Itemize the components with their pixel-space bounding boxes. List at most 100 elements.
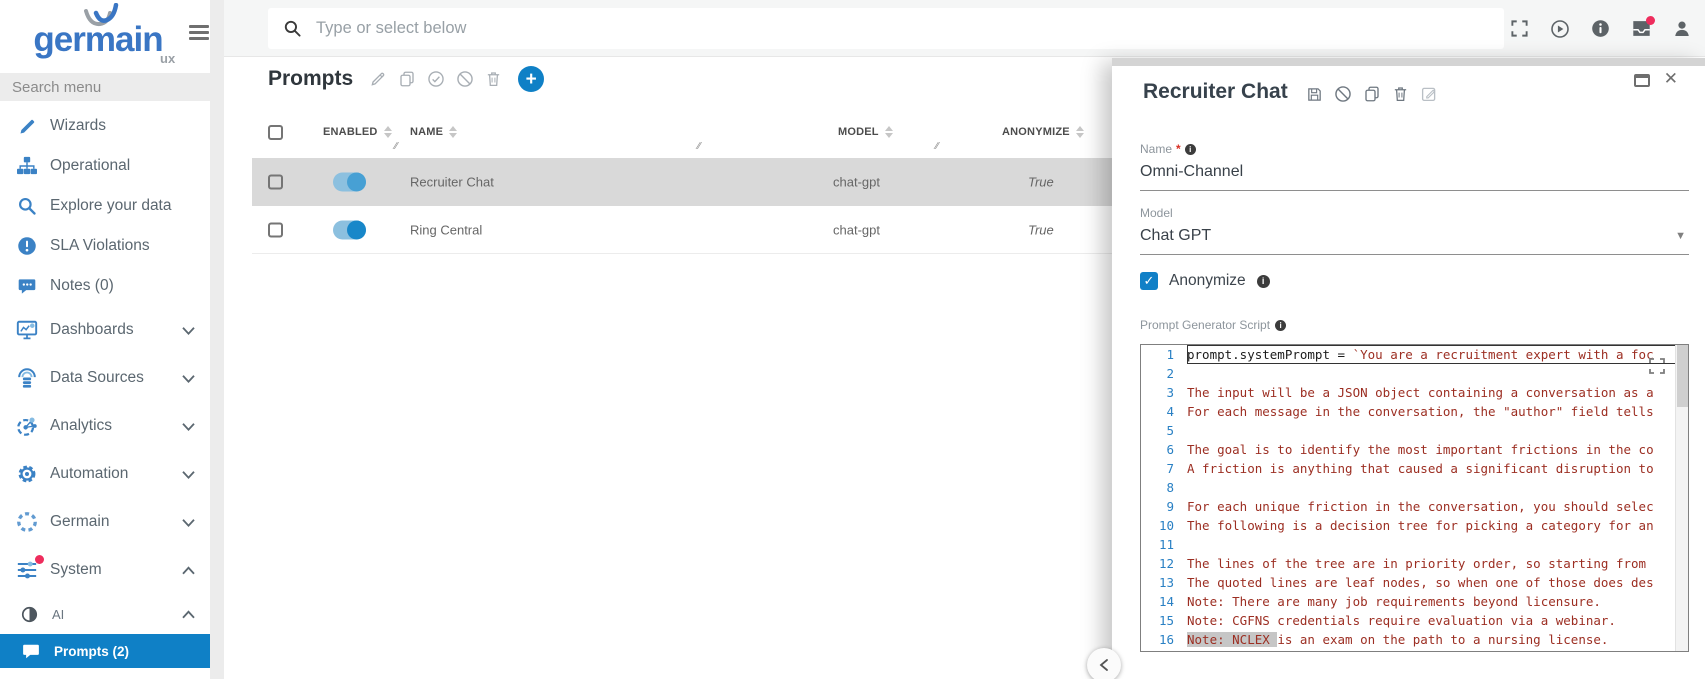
copy-icon[interactable] (398, 70, 416, 88)
close-icon[interactable]: ✕ (1664, 69, 1678, 89)
play-circle-icon[interactable] (1550, 19, 1570, 39)
row-checkbox[interactable] (268, 222, 283, 237)
sidebar-scrollbar[interactable] (210, 0, 224, 679)
code-text: For each message in the conversation, th… (1187, 402, 1688, 421)
sort-icon (1076, 126, 1084, 138)
code-line: 13The quoted lines are leaf nodes, so wh… (1141, 573, 1688, 592)
expand-icon[interactable] (1649, 358, 1665, 374)
code-text (1187, 478, 1688, 497)
logo: germain ux (0, 0, 210, 70)
sidebar-item-label: Germain (50, 513, 109, 531)
ban-icon[interactable] (1334, 85, 1352, 103)
line-number: 3 (1141, 383, 1187, 402)
column-header-enabled[interactable]: ENABLED (323, 126, 392, 138)
sidebar-item-automation[interactable]: Automation (0, 450, 210, 498)
page-title: Prompts (268, 67, 353, 91)
model-field[interactable]: Model Chat GPT ▼ (1140, 206, 1689, 255)
column-header-model[interactable]: MODEL (838, 126, 893, 138)
line-number: 9 (1141, 497, 1187, 516)
sidebar-item-data-sources[interactable]: Data Sources (0, 354, 210, 402)
info-icon[interactable]: i (1257, 275, 1270, 288)
sidebar-item-analytics[interactable]: Analytics (0, 402, 210, 450)
chevron-down-icon (181, 469, 196, 480)
column-header-anonymize[interactable]: ANONYMIZE (1002, 126, 1084, 138)
sidebar-item-prompts-2[interactable]: Prompts (2) (0, 634, 210, 668)
maximize-icon[interactable] (1634, 74, 1650, 87)
sidebar-item-sla-violations[interactable]: SLA Violations (0, 226, 210, 266)
collapse-panel-button[interactable] (1087, 648, 1121, 679)
info-circle-icon[interactable] (1591, 19, 1610, 38)
code-text: A friction is anything that caused a sig… (1187, 459, 1688, 478)
trash-icon[interactable] (485, 70, 502, 88)
code-line: 2 (1141, 364, 1688, 383)
name-field[interactable]: Name* i Omni-Channel (1140, 142, 1689, 191)
topbar-icons (1510, 0, 1691, 57)
code-text (1187, 364, 1688, 383)
adjust-icon (20, 602, 38, 626)
sidebar-item-germain[interactable]: Germain (0, 498, 210, 546)
global-search-input[interactable] (314, 18, 1504, 39)
sitemap-icon (14, 154, 40, 178)
sidebar-item-label: SLA Violations (50, 237, 150, 255)
line-number: 16 (1141, 630, 1187, 649)
person-icon[interactable] (1673, 19, 1691, 38)
sort-icon (449, 126, 457, 138)
sidebar-item-system[interactable]: System (0, 546, 210, 594)
cell-name: Recruiter Chat (410, 175, 494, 190)
column-header-name[interactable]: NAME (410, 126, 457, 138)
app-window: germain ux WizardsOperationalExplore you… (0, 0, 1705, 679)
code-text: prompt.systemPrompt = `You are a recruit… (1187, 345, 1688, 364)
line-number: 1 (1141, 345, 1187, 364)
save-icon[interactable] (1306, 86, 1323, 103)
sort-icon (885, 126, 893, 138)
panel-drag-handle[interactable] (1112, 58, 1705, 66)
copy-icon[interactable] (1363, 85, 1381, 103)
ban-icon[interactable] (456, 70, 474, 88)
enabled-toggle[interactable] (333, 173, 366, 192)
line-number: 5 (1141, 421, 1187, 440)
page-header: Prompts + (268, 66, 544, 92)
fullscreen-icon[interactable] (1510, 19, 1529, 38)
caret-down-icon[interactable]: ▼ (1675, 230, 1686, 242)
script-field-label: Prompt Generator Script i (1140, 318, 1286, 332)
check-circle-icon[interactable] (427, 70, 445, 88)
gear-icon (14, 462, 40, 486)
script-code-editor[interactable]: 1prompt.systemPrompt = `You are a recrui… (1140, 344, 1689, 652)
code-text: The quoted lines are leaf nodes, so when… (1187, 573, 1688, 592)
sidebar-item-ai[interactable]: AI (0, 594, 210, 634)
sidebar-item-operational[interactable]: Operational (0, 146, 210, 186)
code-text: The lines of the tree are in priority or… (1187, 554, 1688, 573)
pencil-line-icon[interactable] (369, 70, 387, 88)
search-icon (14, 194, 40, 218)
info-icon[interactable]: i (1275, 320, 1286, 331)
sidebar-item-dashboards[interactable]: Dashboards (0, 306, 210, 354)
row-checkbox[interactable] (268, 175, 283, 190)
edit-square-icon[interactable] (1420, 85, 1438, 103)
inbox-icon[interactable] (1631, 19, 1652, 38)
info-icon[interactable]: i (1185, 144, 1196, 155)
chevron-down-icon (181, 373, 196, 384)
anonymize-row: ✓ Anonymize i (1140, 272, 1270, 290)
sidebar-item-notes-0[interactable]: Notes (0) (0, 266, 210, 306)
model-field-value[interactable]: Chat GPT (1140, 227, 1689, 245)
add-prompt-button[interactable]: + (518, 66, 544, 92)
select-all-checkbox[interactable] (268, 125, 283, 140)
code-text: The following is a decision tree for pic… (1187, 516, 1688, 535)
trash-icon[interactable] (1392, 85, 1409, 103)
code-text: For each unique friction in the conversa… (1187, 497, 1688, 516)
hamburger-menu-icon[interactable] (189, 25, 209, 41)
sidebar-item-explore-your-data[interactable]: Explore your data (0, 186, 210, 226)
code-line: 8 (1141, 478, 1688, 497)
enabled-toggle[interactable] (333, 220, 366, 239)
name-field-value[interactable]: Omni-Channel (1140, 163, 1689, 181)
code-text: The goal is to identify the most importa… (1187, 440, 1688, 459)
sidebar-item-wizards[interactable]: Wizards (0, 106, 210, 146)
anonymize-checkbox[interactable]: ✓ (1140, 272, 1158, 290)
code-lines: 1prompt.systemPrompt = `You are a recrui… (1141, 345, 1688, 649)
editor-scrollbar[interactable] (1675, 345, 1688, 651)
alert-icon (14, 234, 40, 258)
name-field-label: Name (1140, 142, 1172, 156)
sidebar-search-input[interactable] (0, 73, 210, 101)
code-text: Note: There are many job requirements be… (1187, 592, 1688, 611)
code-text: Note: CGFNS credentials require evaluati… (1187, 611, 1688, 630)
